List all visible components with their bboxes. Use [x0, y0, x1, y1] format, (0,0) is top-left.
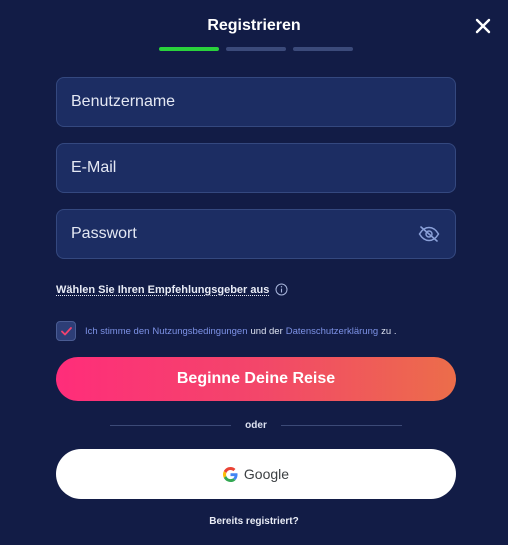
referral-row: Wählen Sie Ihren Empfehlungsgeber aus — [56, 283, 288, 296]
google-icon — [222, 466, 238, 482]
close-button[interactable] — [469, 12, 497, 40]
step-2 — [226, 47, 286, 51]
username-input[interactable] — [71, 93, 441, 111]
email-field — [56, 143, 456, 193]
already-registered-link[interactable]: Bereits registriert? — [0, 516, 508, 527]
divider-label: oder — [245, 419, 267, 431]
terms-row: Ich stimme den Nutzungsbedingungen und d… — [56, 321, 399, 341]
step-indicator — [159, 47, 353, 51]
eye-off-icon — [418, 226, 440, 242]
divider-line-right — [280, 424, 403, 426]
username-field — [56, 77, 456, 127]
close-icon — [475, 18, 491, 34]
google-label: Google — [243, 466, 290, 482]
terms-prefix: Ich stimme den — [85, 325, 150, 337]
or-divider: oder — [110, 418, 403, 432]
info-icon[interactable] — [275, 283, 288, 296]
divider-line-left — [110, 424, 232, 426]
password-field — [56, 209, 456, 259]
modal-title: Registrieren — [207, 17, 301, 34]
terms-link[interactable]: Nutzungsbedingungen — [152, 326, 247, 337]
register-modal: Registrieren Wählen Sie Ihren Empfehlung… — [0, 0, 508, 545]
referral-link[interactable]: Wählen Sie Ihren Empfehlungsgeber aus — [56, 284, 269, 296]
terms-checkbox[interactable] — [56, 321, 76, 341]
terms-suffix: zu . — [381, 325, 397, 337]
privacy-link[interactable]: Datenschutzerklärung — [286, 326, 378, 337]
password-visibility-toggle[interactable] — [417, 222, 441, 246]
checkmark-icon — [60, 326, 72, 335]
step-3 — [293, 47, 353, 51]
step-1 — [159, 47, 219, 51]
start-journey-button[interactable]: Beginne Deine Reise — [56, 357, 456, 401]
terms-and: und der — [250, 325, 283, 337]
google-signin-button[interactable]: Google — [56, 449, 456, 499]
email-input[interactable] — [71, 159, 441, 177]
password-input[interactable] — [71, 225, 417, 243]
